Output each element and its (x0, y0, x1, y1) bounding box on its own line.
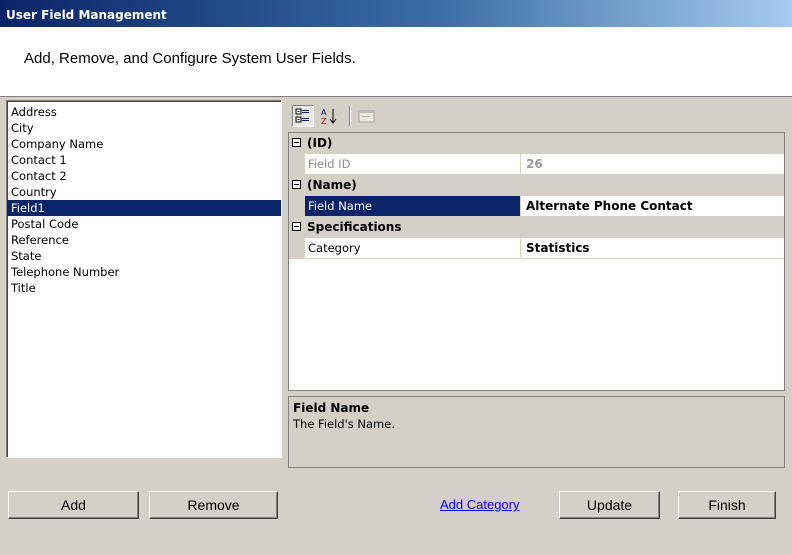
window-title: User Field Management (0, 0, 792, 27)
property-value: 26 (526, 157, 543, 171)
property-row-category[interactable]: Category Statistics (289, 238, 784, 259)
property-row-field-name[interactable]: Field Name Alternate Phone Contact (289, 196, 784, 217)
property-pages-icon (358, 110, 375, 123)
toolbar-separator (349, 106, 351, 126)
property-name[interactable]: Category (305, 238, 521, 258)
list-item[interactable]: Company Name (7, 136, 281, 152)
categorized-icon (295, 108, 309, 123)
finish-button[interactable]: Finish (678, 491, 776, 519)
list-item-selected[interactable]: Field1 (7, 200, 281, 216)
fields-listbox[interactable]: Address City Company Name Contact 1 Cont… (6, 100, 282, 458)
row-margin (289, 154, 305, 175)
list-item[interactable]: Address (7, 104, 281, 120)
list-item[interactable]: City (7, 120, 281, 136)
collapse-icon[interactable] (292, 180, 301, 189)
category-specifications[interactable]: Specifications (289, 217, 784, 238)
remove-button[interactable]: Remove (149, 491, 278, 519)
category-label: (ID) (307, 136, 333, 150)
svg-text:A: A (321, 108, 327, 117)
collapse-icon[interactable] (292, 138, 301, 147)
category-label: Specifications (307, 220, 402, 234)
property-row-field-id[interactable]: Field ID 26 (289, 154, 784, 175)
property-value[interactable]: Statistics (522, 238, 784, 258)
list-item[interactable]: Contact 1 (7, 152, 281, 168)
description-pane: Field Name The Field's Name. (288, 396, 785, 468)
property-pages-button[interactable] (356, 105, 378, 127)
row-margin (289, 238, 305, 259)
categorized-button[interactable] (292, 105, 314, 127)
list-item[interactable]: Country (7, 184, 281, 200)
description-text: The Field's Name. (293, 417, 395, 431)
property-grid-toolbar: A Z (288, 102, 785, 130)
description-title: Field Name (293, 401, 370, 415)
svg-text:Z: Z (321, 117, 327, 126)
row-margin (289, 196, 305, 217)
add-category-link[interactable]: Add Category (440, 497, 520, 512)
category-name[interactable]: (Name) (289, 175, 784, 196)
add-button[interactable]: Add (8, 491, 139, 519)
collapse-icon[interactable] (292, 222, 301, 231)
header-subtitle: Add, Remove, and Configure System User F… (24, 50, 356, 67)
list-item[interactable]: Postal Code (7, 216, 281, 232)
category-id[interactable]: (ID) (289, 133, 784, 154)
header-panel: Add, Remove, and Configure System User F… (0, 27, 792, 97)
property-name-selected[interactable]: Field Name (305, 196, 521, 216)
update-button[interactable]: Update (559, 491, 660, 519)
alphabetical-sort-icon: A Z (321, 108, 337, 126)
category-label: (Name) (307, 178, 357, 192)
list-item[interactable]: State (7, 248, 281, 264)
list-item[interactable]: Telephone Number (7, 264, 281, 280)
list-item[interactable]: Reference (7, 232, 281, 248)
list-item[interactable]: Contact 2 (7, 168, 281, 184)
alphabetical-button[interactable]: A Z (318, 105, 340, 127)
list-item[interactable]: Title (7, 280, 281, 296)
property-value-input[interactable]: Alternate Phone Contact (522, 196, 784, 216)
property-grid[interactable]: (ID) Field ID 26 (Name) Field Name Alter… (288, 132, 785, 391)
property-name: Field ID (305, 154, 521, 174)
